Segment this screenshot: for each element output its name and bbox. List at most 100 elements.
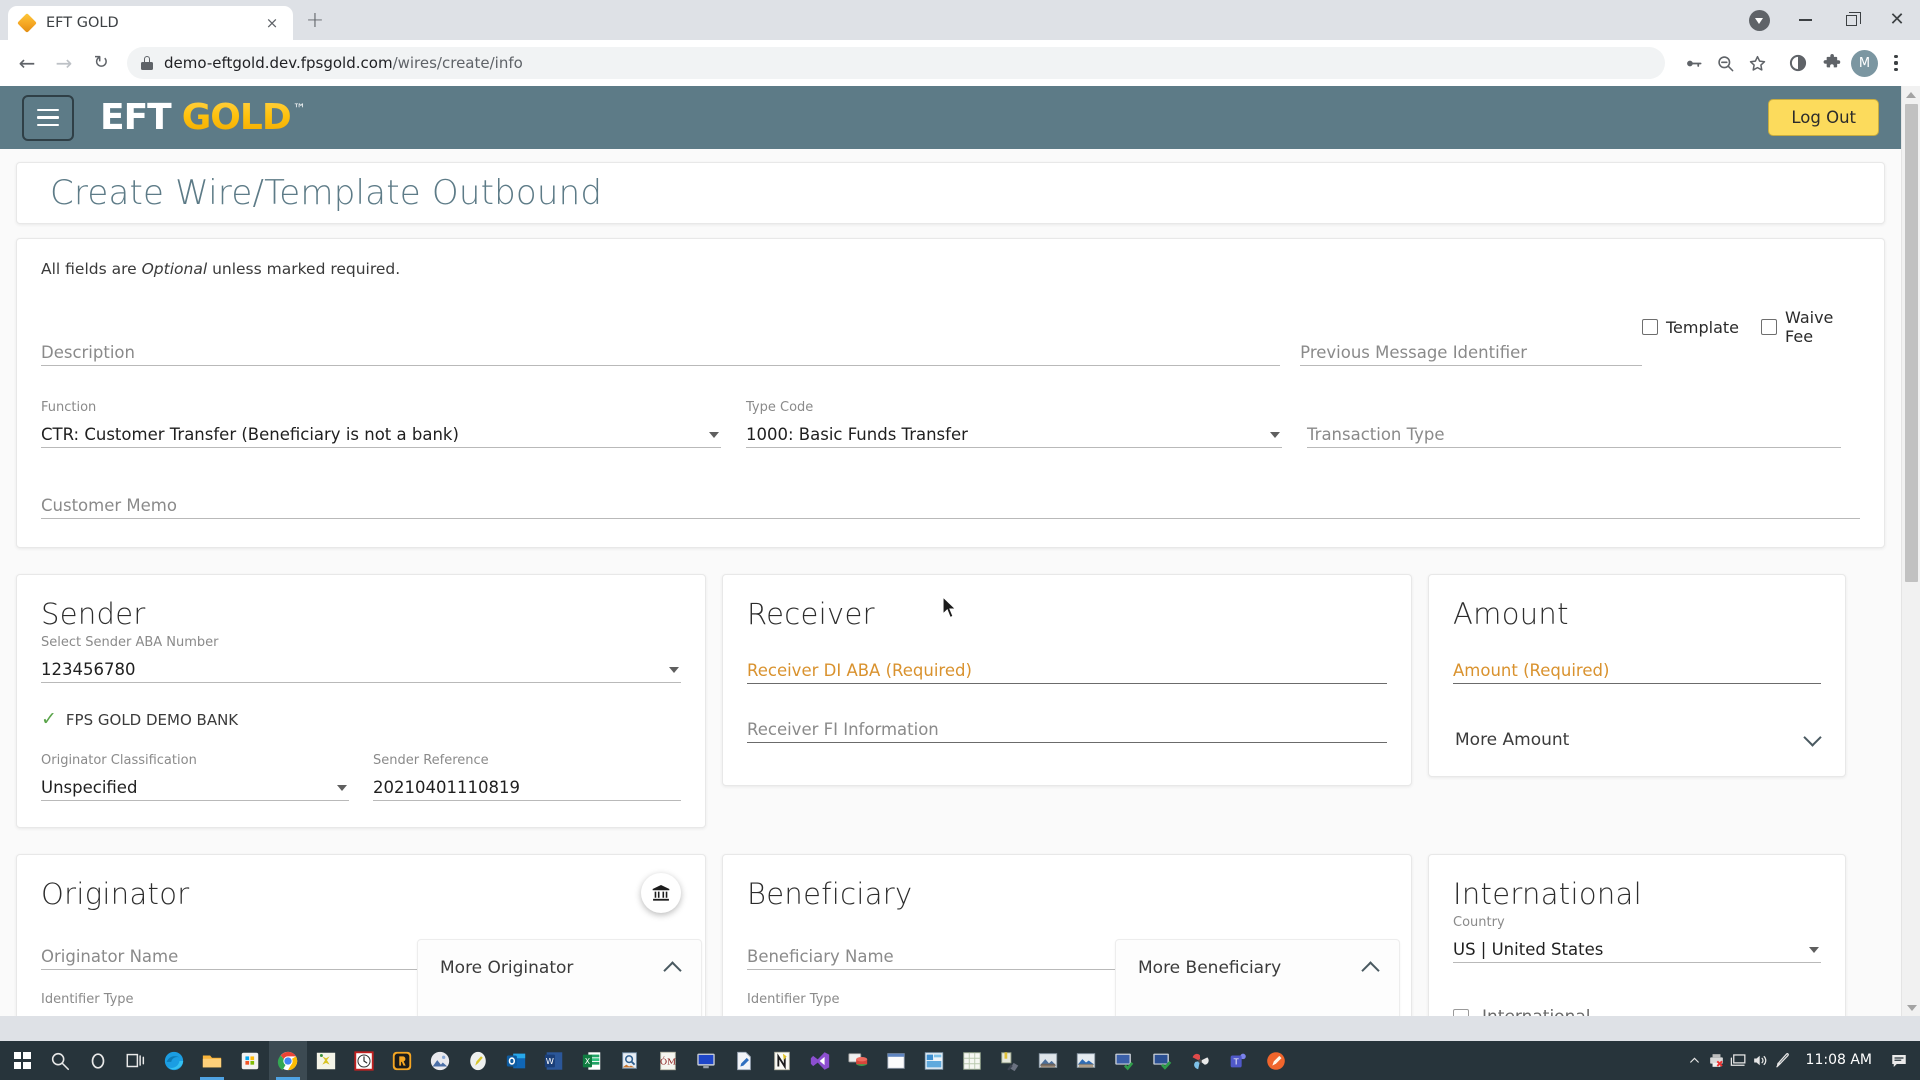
log-out-button[interactable]: Log Out [1768, 99, 1879, 136]
taskbar-app-icon-db[interactable] [839, 1041, 877, 1080]
receiver-di-aba-field[interactable]: Receiver DI ABA (Required) [747, 655, 1387, 684]
browser-tab-eft-gold[interactable]: EFT GOLD × [8, 6, 293, 40]
hamburger-menu-icon[interactable] [22, 95, 74, 141]
pen-tablet-icon[interactable] [1773, 1051, 1793, 1071]
taskbar-visual-studio-icon[interactable] [801, 1041, 839, 1080]
address-bar[interactable]: demo-eftgold.dev.fpsgold.com/wires/creat… [127, 47, 1665, 79]
beneficiary-identifier-type-select[interactable]: Identifier Type D: DDA account number or… [747, 992, 1127, 1016]
sender-panel: Sender Select Sender ABA Number 12345678… [16, 574, 706, 828]
taskbar-clock[interactable]: 11:08 AM [1795, 1053, 1883, 1068]
page-scrollbar[interactable] [1901, 86, 1920, 1016]
taskbar-app-icon-om[interactable]: ÓM [649, 1041, 687, 1080]
taskbar-outlook-icon[interactable] [497, 1041, 535, 1080]
svg-text:T: T [1233, 1056, 1240, 1066]
sender-aba-select[interactable]: Select Sender ABA Number 123456780 [41, 635, 681, 683]
back-button[interactable]: ← [10, 46, 44, 80]
amount-field[interactable]: Amount (Required) [1453, 655, 1821, 684]
taskbar-app-icon-monitor-check[interactable] [1105, 1041, 1143, 1080]
scroll-up-button[interactable] [1902, 86, 1920, 103]
taskbar-edge-icon[interactable] [155, 1041, 193, 1080]
reload-button[interactable]: ↻ [84, 46, 118, 80]
window-close-icon[interactable]: ✕ [1874, 0, 1920, 40]
restore-window-icon[interactable] [1828, 0, 1874, 40]
beneficiary-name-field[interactable]: Beneficiary Name [747, 941, 1127, 970]
page-viewport: EFT GOLD ™ Log Out Create Wire/Template … [0, 86, 1920, 1016]
key-icon[interactable] [1678, 48, 1708, 78]
required-fields-hint: All fields are Optional unless marked re… [41, 260, 1860, 278]
originator-identifier-type-select[interactable]: Identifier Type D: DDA account number [41, 992, 421, 1016]
taskbar-chrome-icon[interactable] [269, 1041, 307, 1080]
star-icon[interactable] [1742, 48, 1772, 78]
originator-classification-select[interactable]: Originator Classification Unspecified [41, 753, 349, 801]
notification-icon[interactable] [1885, 1041, 1913, 1080]
transaction-type-field[interactable]: Transaction Type [1307, 400, 1841, 448]
sender-reference-field[interactable]: Sender Reference 20210401110819 [373, 753, 681, 801]
taskbar-file-explorer-icon[interactable] [193, 1041, 231, 1080]
download-circle-icon[interactable] [1736, 0, 1782, 40]
taskbar-app-icon-photo-2[interactable] [1067, 1041, 1105, 1080]
taskbar-app-icon-grid[interactable] [953, 1041, 991, 1080]
more-amount-toggle[interactable]: More Amount [1453, 730, 1821, 750]
task-view-icon[interactable] [117, 1041, 155, 1080]
country-select[interactable]: Country US | United States [1453, 915, 1821, 963]
minimize-icon[interactable] [1782, 0, 1828, 40]
taskbar-app-icon-pinwheel[interactable] [1181, 1041, 1219, 1080]
circle-half-icon[interactable] [1783, 48, 1813, 78]
new-tab-button[interactable]: + [298, 4, 332, 38]
scrollbar-thumb[interactable] [1905, 104, 1918, 582]
description-field[interactable]: Description [41, 337, 1280, 366]
customer-memo-field[interactable]: Customer Memo [41, 490, 1860, 519]
monitor-network-icon[interactable] [1729, 1051, 1749, 1071]
taskbar-remote-desktop-icon[interactable] [687, 1041, 725, 1080]
previous-message-identifier-field[interactable]: Previous Message Identifier [1300, 337, 1642, 366]
close-icon[interactable]: × [261, 12, 283, 34]
zoom-out-icon[interactable] [1710, 48, 1740, 78]
svg-text:ÓM: ÓM [660, 1055, 676, 1067]
beneficiary-name-placeholder: Beneficiary Name [747, 947, 894, 966]
receiver-fi-information-field[interactable]: Receiver FI Information [747, 714, 1387, 743]
taskbar-app-icon-monitor-check-2[interactable] [1143, 1041, 1181, 1080]
taskbar-app-icon-doc-pen[interactable] [725, 1041, 763, 1080]
more-originator-toggle[interactable]: More Originator [440, 958, 679, 978]
sender-aba-label: Select Sender ABA Number [41, 635, 681, 651]
taskbar-app-icon-photo-1[interactable] [1029, 1041, 1067, 1080]
profile-avatar[interactable]: M [1851, 50, 1878, 77]
taskbar-app-icon-n[interactable] [763, 1041, 801, 1080]
taskbar-notepad-icon[interactable] [459, 1041, 497, 1080]
bank-icon-button[interactable] [641, 873, 681, 913]
beneficiary-fields: Beneficiary Name Identifier Type D: DDA … [747, 911, 1127, 1016]
taskbar-window-icon[interactable] [877, 1041, 915, 1080]
taskbar-app-icon-panels[interactable] [915, 1041, 953, 1080]
taskbar-teams-icon[interactable]: T [1219, 1041, 1257, 1080]
taskbar-excel-icon[interactable]: X [573, 1041, 611, 1080]
taskbar-word-icon[interactable]: W [535, 1041, 573, 1080]
taskbar-clock-app-icon[interactable] [345, 1041, 383, 1080]
puzzle-piece-icon[interactable] [1817, 48, 1847, 78]
chevron-up-icon[interactable] [1685, 1051, 1705, 1071]
taskbar-app-icon-1[interactable] [307, 1041, 345, 1080]
more-beneficiary-toggle[interactable]: More Beneficiary [1138, 958, 1377, 978]
originator-identifier-type-label: Identifier Type [41, 992, 421, 1008]
scroll-down-button[interactable] [1902, 999, 1920, 1016]
function-select[interactable]: Function CTR: Customer Transfer (Benefic… [41, 400, 721, 448]
taskbar-photos-icon[interactable] [421, 1041, 459, 1080]
taskbar-app-icon-r[interactable] [383, 1041, 421, 1080]
search-icon[interactable] [41, 1041, 79, 1080]
windows-start-icon[interactable] [3, 1041, 41, 1080]
forward-button[interactable]: → [47, 46, 81, 80]
cortana-circle-icon[interactable] [79, 1041, 117, 1080]
template-checkbox[interactable]: Template [1642, 318, 1739, 337]
taskbar-app-icon-search-doc[interactable] [611, 1041, 649, 1080]
printer-error-icon[interactable] [1707, 1051, 1727, 1071]
originator-name-field[interactable]: Originator Name [41, 941, 421, 970]
windows-taskbar: W X ÓM [0, 1041, 1920, 1080]
type-code-select[interactable]: Type Code 1000: Basic Funds Transfer [746, 400, 1282, 448]
waive-fee-checkbox[interactable]: Waive Fee [1761, 308, 1860, 346]
waive-fee-checkbox-label: Waive Fee [1785, 308, 1860, 346]
taskbar-microsoft-store-icon[interactable] [231, 1041, 269, 1080]
speaker-icon[interactable] [1751, 1051, 1771, 1071]
taskbar-app-icon-orange[interactable] [1257, 1041, 1295, 1080]
international-checkbox[interactable]: International [1453, 1007, 1821, 1016]
three-dot-menu-icon[interactable] [1882, 48, 1910, 78]
taskbar-app-icon-tools[interactable] [991, 1041, 1029, 1080]
